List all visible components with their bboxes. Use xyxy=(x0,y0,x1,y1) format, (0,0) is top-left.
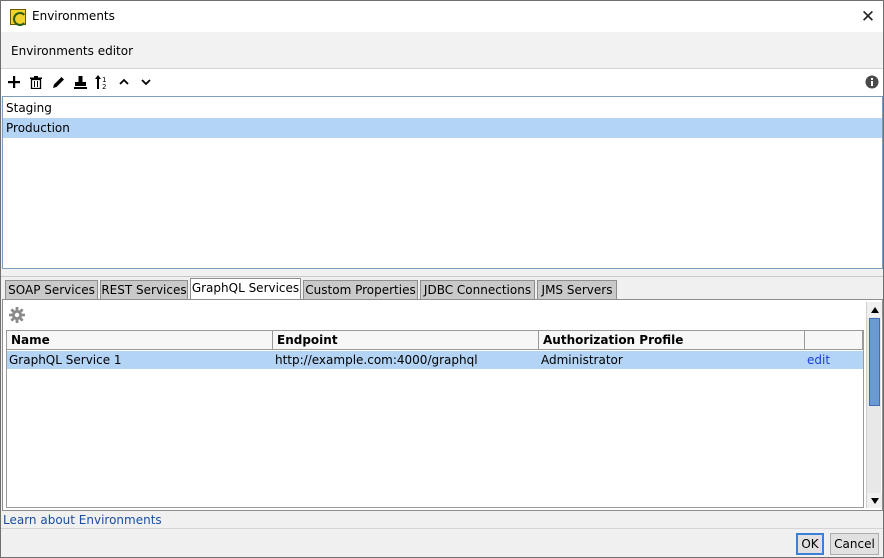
table-row[interactable]: GraphQL Service 1 http://example.com:400… xyxy=(7,351,863,369)
column-header-authorization-profile[interactable]: Authorization Profile xyxy=(539,331,805,350)
cell-endpoint: http://example.com:4000/graphql xyxy=(275,353,478,367)
environment-list[interactable]: Staging Production xyxy=(2,96,883,269)
svg-text:2: 2 xyxy=(102,83,106,89)
tab-graphql-services[interactable]: GraphQL Services xyxy=(190,278,301,299)
scroll-up-icon[interactable] xyxy=(867,302,882,317)
learn-about-environments-link[interactable]: Learn about Environments xyxy=(3,513,162,527)
title-bar: Environments ✕ xyxy=(1,1,883,32)
splitter-handle[interactable] xyxy=(1,269,883,277)
move-down-icon[interactable] xyxy=(137,73,155,91)
cell-authorization-profile: Administrator xyxy=(541,353,623,367)
edit-link[interactable]: edit xyxy=(805,351,863,369)
environments-dialog: Environments ✕ Environments editor 12 St… xyxy=(0,0,884,558)
graphql-services-panel: Name Endpoint Authorization Profile Grap… xyxy=(2,299,883,511)
column-header-name[interactable]: Name xyxy=(7,331,273,350)
vertical-scrollbar[interactable] xyxy=(866,302,882,508)
cell-name: GraphQL Service 1 xyxy=(9,353,122,367)
tab-jms-servers[interactable]: JMS Servers xyxy=(537,280,617,299)
list-item[interactable]: Staging xyxy=(3,98,882,118)
close-button[interactable]: ✕ xyxy=(853,1,883,32)
column-header-endpoint[interactable]: Endpoint xyxy=(273,331,539,350)
clone-icon[interactable] xyxy=(71,73,89,91)
footer-divider xyxy=(1,528,883,529)
toolbar: 12 xyxy=(1,69,883,96)
sort-icon[interactable]: 12 xyxy=(93,73,111,91)
rename-icon[interactable] xyxy=(49,73,67,91)
info-icon[interactable] xyxy=(863,73,881,91)
scroll-down-icon[interactable] xyxy=(867,493,882,508)
gear-icon[interactable] xyxy=(8,306,26,324)
tab-rest-services[interactable]: REST Services xyxy=(100,280,188,299)
ok-button[interactable]: OK xyxy=(796,533,824,555)
header: Environments editor xyxy=(1,32,883,69)
list-item[interactable]: Production xyxy=(3,118,882,138)
services-table: Name Endpoint Authorization Profile Grap… xyxy=(6,330,864,508)
header-title: Environments editor xyxy=(11,44,134,58)
tab-jdbc-connections[interactable]: JDBC Connections xyxy=(420,280,535,299)
scrollbar-thumb[interactable] xyxy=(869,318,880,406)
add-icon[interactable] xyxy=(5,73,23,91)
tab-soap-services[interactable]: SOAP Services xyxy=(5,280,98,299)
tab-custom-properties[interactable]: Custom Properties xyxy=(303,280,418,299)
delete-icon[interactable] xyxy=(27,73,45,91)
window-title: Environments xyxy=(32,9,115,23)
move-up-icon[interactable] xyxy=(115,73,133,91)
app-logo-icon xyxy=(10,9,27,26)
cancel-button[interactable]: Cancel xyxy=(830,533,879,555)
column-header-actions xyxy=(805,331,863,350)
